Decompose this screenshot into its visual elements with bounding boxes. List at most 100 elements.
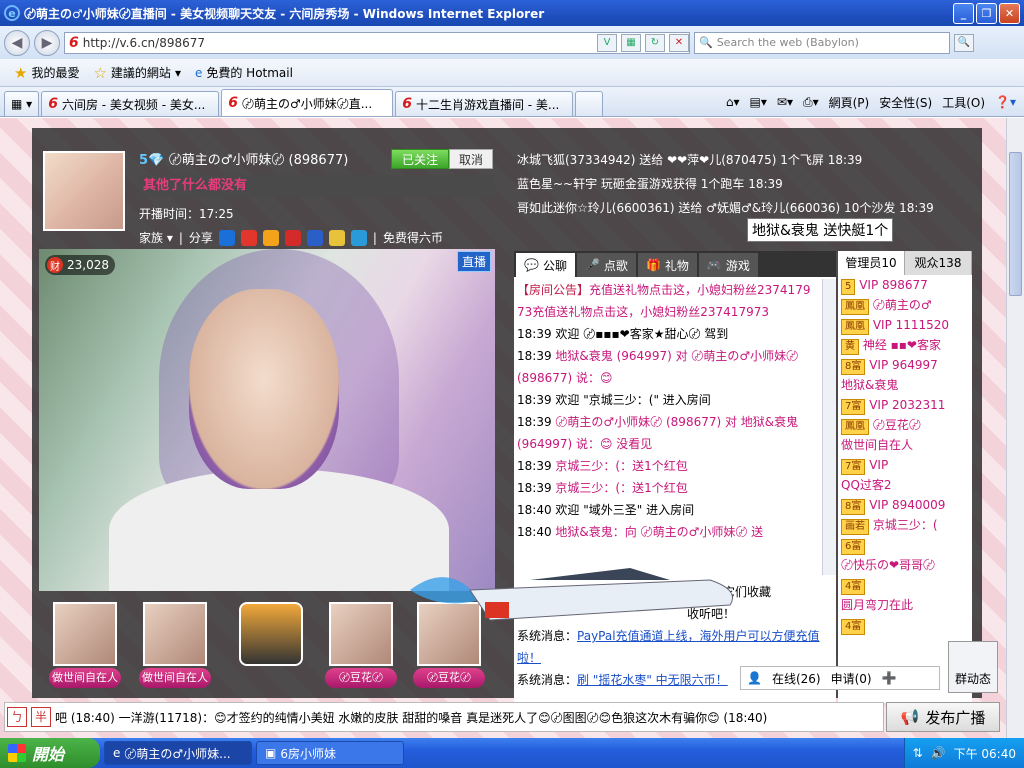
page-scrollbar[interactable] (1006, 118, 1024, 738)
six-icon: 6 (48, 96, 58, 112)
apply-count[interactable]: 申请(0) (831, 670, 872, 687)
kaixin-share-icon[interactable] (306, 229, 323, 246)
gallery-item[interactable]: 做世间自在人 (139, 602, 211, 692)
new-tab-button[interactable] (575, 91, 604, 116)
page-menu[interactable]: 網頁(P) (829, 94, 870, 111)
user-row[interactable]: 画若 京城三少：( (841, 515, 972, 535)
user-row[interactable]: QQ过客2 (841, 475, 972, 495)
stop-icon[interactable]: ✕ (669, 33, 689, 52)
star-icon: ★ (14, 63, 28, 82)
tab-public-chat[interactable]: 💬 公聊 (516, 253, 575, 277)
user-row[interactable]: 7富 VIP (841, 455, 972, 475)
window-titlebar: e 〄萌主の♂小师妹〄直播间 - 美女视频聊天交友 - 六间房秀场 - Wind… (0, 0, 1024, 26)
input-mode-button[interactable]: ㄅ (7, 707, 27, 727)
half-width-button[interactable]: 半 (31, 707, 51, 727)
free-coins-link[interactable]: 免费得六币 (383, 229, 443, 246)
user-row[interactable]: 〄快乐の❤哥哥〄 (841, 555, 972, 575)
app-icon: ▣ (265, 746, 277, 760)
taskbar-room-window[interactable]: ▣ 6房小师妹 (256, 741, 404, 765)
qq-share-icon[interactable] (350, 229, 367, 246)
gallery-item[interactable]: 做世间自在人 (49, 602, 121, 692)
close-button[interactable]: ✕ (999, 2, 1020, 24)
clock: 下午 06:40 (953, 746, 1016, 761)
favorites-button[interactable]: ★ 我的最愛 (14, 64, 79, 82)
start-button[interactable]: 開始 (0, 738, 100, 768)
safety-menu[interactable]: 安全性(S) (879, 94, 932, 111)
hotmail-link[interactable]: e 免費的 Hotmail (195, 64, 293, 81)
star-share-icon[interactable] (262, 229, 279, 246)
home-icon[interactable]: ⌂▾ (726, 95, 740, 109)
feeds-icon[interactable]: ▤▾ (750, 95, 767, 109)
search-engine-icon: 🔍 (699, 36, 713, 49)
tab-audience[interactable]: 观众138 (905, 251, 972, 275)
print-icon[interactable]: ⎙▾ (803, 95, 819, 110)
search-button[interactable]: 🔍 (954, 33, 974, 52)
refresh-icon[interactable]: ↻ (645, 33, 665, 52)
quick-tabs-button[interactable]: ▦ ▾ (4, 91, 40, 116)
user-row[interactable]: 8富 VIP 964997 (841, 355, 972, 375)
qzone-share-icon[interactable] (218, 229, 235, 246)
user-row[interactable]: 鳳凰 〄豆花〄 (841, 415, 972, 435)
user-row[interactable]: 4富 (841, 575, 972, 595)
user-row[interactable]: 地狱&衰鬼 (841, 375, 972, 395)
fortune-counter: 财 23,028 (45, 255, 115, 275)
compat-view-icon[interactable]: ▦ (621, 33, 641, 52)
chat-line: 18:39 欢迎 〄▪▪▪❤客家★甜心〄 驾到 (517, 327, 729, 341)
chat-scrollbar[interactable] (822, 279, 836, 575)
user-row[interactable]: 鳳凰 〄萌主の♂ (841, 295, 972, 315)
tab-current-room[interactable]: 6 〄萌主の♂小师妹〄直... (221, 89, 394, 116)
weibo-share-icon[interactable] (240, 229, 257, 246)
family-link[interactable]: 家族 ▾ (139, 229, 173, 246)
scrollbar-thumb[interactable] (1009, 152, 1022, 296)
tab-gifts[interactable]: 🎁 礼物 (637, 253, 697, 277)
volume-icon[interactable]: 🔊 (931, 746, 946, 760)
maximize-button[interactable]: ❐ (976, 2, 997, 24)
tab-zodiac-room[interactable]: 6 十二生肖游戏直播间 - 美... (395, 91, 574, 116)
add-favorite-icon: ☆ (93, 63, 107, 82)
unfollow-button[interactable]: 取消 (449, 149, 493, 169)
verify-icon[interactable]: V (597, 33, 617, 52)
publish-broadcast-button[interactable]: 📢 发布广播 (886, 702, 1000, 732)
help-icon[interactable]: ❓▾ (995, 95, 1016, 109)
host-avatar[interactable] (43, 151, 125, 231)
network-icon[interactable]: ⇅ (913, 746, 923, 760)
user-row[interactable]: 5 VIP 898677 (841, 275, 972, 295)
six-icon: 6 (228, 95, 238, 111)
user-row[interactable]: 鳳凰 VIP 1111520 (841, 315, 972, 335)
back-button[interactable]: ◀ (4, 29, 30, 56)
gallery-item[interactable] (235, 602, 307, 692)
video-player[interactable]: 财 23,028 直播 (39, 249, 495, 591)
chat-line: 18:39 〄萌主の♂小师妹〄 (898677) 对 地狱&衰鬼 (964997… (517, 415, 799, 451)
search-input[interactable]: 🔍 Search the web (Babylon) (694, 31, 950, 54)
taskbar-ie-window[interactable]: e 〄萌主の♂小师妹... (104, 741, 252, 765)
user-row[interactable]: 圆月弯刀在此 (841, 595, 972, 615)
online-bar: 👤 在线(26) 申请(0) ➕ (740, 666, 940, 690)
group-dynamics-button[interactable]: 群动态 (948, 641, 998, 693)
user-row[interactable]: 做世间自在人 (841, 435, 972, 455)
promo-link[interactable]: 刷 "摇花水枣" 中无限六币！ (577, 673, 728, 687)
douban-share-icon[interactable] (328, 229, 345, 246)
announcement-cont[interactable]: 73充值送礼物点击这，小媳妇粉丝237417973 (517, 301, 822, 323)
online-count[interactable]: 在线(26) (772, 670, 821, 687)
tab-games[interactable]: 🎮 游戏 (698, 253, 758, 277)
address-bar: ◀ ▶ 6 http://v.6.cn/898677 V ▦ ↻ ✕ 🔍 Sea… (0, 26, 1024, 59)
minimize-button[interactable]: _ (953, 2, 974, 24)
suggested-sites-link[interactable]: ☆ 建議的網站 ▾ (93, 64, 181, 82)
user-row[interactable]: 8富 VIP 8940009 (841, 495, 972, 515)
tab-admins[interactable]: 管理员10 (838, 251, 905, 275)
user-row[interactable]: 6富 (841, 535, 972, 555)
tab-song-request[interactable]: 🎤 点歌 (576, 253, 636, 277)
add-user-icon[interactable]: ➕ (882, 671, 897, 685)
url-field[interactable]: 6 http://v.6.cn/898677 V ▦ ↻ ✕ (64, 31, 690, 54)
user-icon: 👤 (747, 671, 762, 685)
gallery-item[interactable]: 〄豆花〄 (325, 602, 397, 692)
renren-share-icon[interactable] (284, 229, 301, 246)
forward-button[interactable]: ▶ (34, 29, 60, 56)
tools-menu[interactable]: 工具(O) (942, 94, 985, 111)
user-row[interactable]: 7富 VIP 2032311 (841, 395, 972, 415)
tab-liujianfang[interactable]: 6 六间房 - 美女视频 - 美女... (41, 91, 220, 116)
followed-button[interactable]: 已关注 (391, 149, 449, 169)
user-row[interactable]: 黄 神经 ▪▪❤客家 (841, 335, 972, 355)
user-row[interactable]: 4富 (841, 615, 972, 635)
mail-icon[interactable]: ✉▾ (777, 95, 793, 109)
